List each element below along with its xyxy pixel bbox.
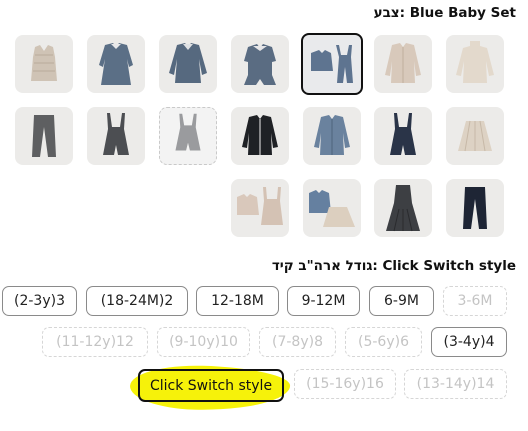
color-heading: Blue Baby Set :צבע <box>373 5 516 21</box>
turtleneck-image <box>456 41 494 83</box>
jacket-image <box>314 115 350 155</box>
top-image <box>169 43 207 83</box>
size-3-6m[interactable]: 3-6M <box>443 286 507 316</box>
size-9-12m[interactable]: 9-12M <box>287 286 360 316</box>
size-2-3y[interactable]: (2-3y)3 <box>2 286 77 316</box>
swatch-navy-cardigan[interactable] <box>231 107 289 165</box>
swatch-blue-skirt-set[interactable] <box>303 179 361 237</box>
size-heading: Click Switch style :גודל ארה"ב קיד <box>271 258 516 274</box>
romper-image <box>244 44 276 85</box>
swatch-grey-overall-shorts[interactable] <box>87 107 145 165</box>
size-13-14y[interactable]: (13-14y)14 <box>404 369 507 399</box>
pinafore-image <box>386 185 420 232</box>
swatch-beige-skirt-set[interactable] <box>231 179 289 237</box>
overall-shorts-image <box>390 113 416 155</box>
cardigan-image <box>385 43 421 83</box>
dress-image <box>99 43 133 85</box>
swatch-blue-top[interactable] <box>159 35 217 93</box>
size-7-8y[interactable]: (7-8y)8 <box>259 327 336 357</box>
size-9-10y[interactable]: (9-10y)10 <box>157 327 250 357</box>
overall-shorts-image <box>103 113 129 155</box>
size-3-4y[interactable]: (3-4y)4 <box>431 327 507 357</box>
size-18-24m[interactable]: (18-24M)2 <box>86 286 188 316</box>
swatch-grey-romper-shorts[interactable] <box>159 107 217 165</box>
swatch-grey-pants[interactable] <box>15 107 73 165</box>
size-12-18m[interactable]: 12-18M <box>196 286 279 316</box>
baby-set-image <box>311 45 353 83</box>
size-11-12y[interactable]: (11-12y)12 <box>42 327 148 357</box>
swatch-blue-dress[interactable] <box>87 35 145 93</box>
size-6-9m[interactable]: 6-9M <box>369 286 434 316</box>
romper-shorts-image <box>175 113 201 151</box>
pants-image <box>463 187 487 229</box>
size-15-16y[interactable]: (15-16y)16 <box>294 369 396 399</box>
swatch-pleated-skirt[interactable] <box>446 107 504 165</box>
swatch-blue-jacket[interactable] <box>303 107 361 165</box>
size-5-6y[interactable]: (5-6y)6 <box>345 327 422 357</box>
cardigan-image <box>242 115 278 155</box>
swatch-beige-knit-vest[interactable] <box>15 35 73 93</box>
swatch-cream-turtleneck[interactable] <box>446 35 504 93</box>
swatch-grey-pinafore-dress[interactable] <box>374 179 432 237</box>
pants-image <box>32 115 56 157</box>
vest-image <box>31 45 57 81</box>
skirt-set-image <box>237 187 283 225</box>
swatch-blue-baby-set[interactable] <box>301 33 363 95</box>
swatch-navy-pants[interactable] <box>446 179 504 237</box>
skirt-image <box>458 120 492 152</box>
swatch-navy-overall-shorts[interactable] <box>374 107 432 165</box>
swatch-blue-romper[interactable] <box>231 35 289 93</box>
click-switch-style-button[interactable]: Click Switch style <box>138 369 284 402</box>
skirt-set-image <box>309 190 355 227</box>
swatch-beige-cardigan[interactable] <box>374 35 432 93</box>
